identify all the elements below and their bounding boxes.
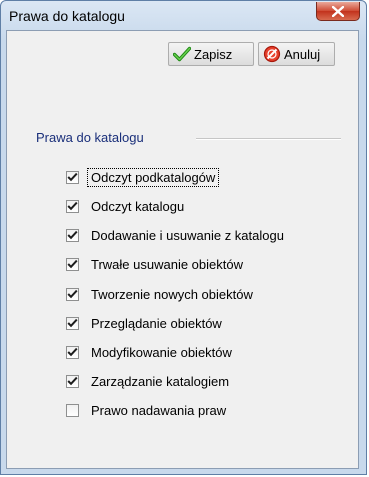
cancel-button-label: Anuluj <box>284 46 321 62</box>
checkbox-item[interactable]: Modyfikowanie obiektów <box>66 342 232 362</box>
checkbox[interactable] <box>66 287 79 301</box>
checkbox-label: Odczyt podkatalogów <box>86 167 220 187</box>
checkbox[interactable] <box>66 170 79 184</box>
checkbox-item[interactable]: Zarządzanie katalogiem <box>66 371 229 391</box>
checkbox-label: Prawo nadawania praw <box>91 402 227 418</box>
checkmark-icon <box>173 46 191 62</box>
checkbox-item[interactable]: Odczyt katalogu <box>66 196 184 216</box>
checkbox-label: Dodawanie i usuwanie z katalogu <box>91 227 284 243</box>
save-button-label: Zapisz <box>194 46 233 62</box>
checkbox-label: Przeglądanie obiektów <box>91 315 222 331</box>
checkbox-label: Zarządzanie katalogiem <box>91 373 230 389</box>
checkbox-item[interactable]: Tworzenie nowych obiektów <box>66 284 253 304</box>
title-bar[interactable]: Prawa do katalogu <box>1 1 366 31</box>
cancel-button[interactable]: Anuluj <box>258 42 335 66</box>
group-title: Prawa do katalogu <box>36 130 148 145</box>
checkbox-item[interactable]: Odczyt podkatalogów <box>66 167 220 187</box>
checkbox[interactable] <box>66 316 79 330</box>
checkbox-item[interactable]: Prawo nadawania praw <box>66 400 226 420</box>
checkbox[interactable] <box>66 199 79 213</box>
checkbox[interactable] <box>66 374 79 388</box>
checkbox[interactable] <box>66 345 79 359</box>
checkbox-item[interactable]: Dodawanie i usuwanie z katalogu <box>66 225 284 245</box>
close-icon <box>332 5 344 17</box>
checkbox[interactable] <box>66 228 79 242</box>
checkbox-label: Modyfikowanie obiektów <box>91 344 232 360</box>
checkbox-item[interactable]: Trwałe usuwanie obiektów <box>66 254 243 274</box>
group-divider-highlight <box>196 139 341 140</box>
checkbox-label: Trwałe usuwanie obiektów <box>91 256 243 272</box>
close-button[interactable] <box>316 2 360 21</box>
checkbox-label: Tworzenie nowych obiektów <box>91 286 253 302</box>
checkbox-item[interactable]: Przeglądanie obiektów <box>66 313 222 333</box>
cancel-icon <box>263 45 281 63</box>
window-title: Prawa do katalogu <box>9 8 125 24</box>
checkbox[interactable] <box>66 403 79 417</box>
checkbox-label: Odczyt katalogu <box>91 198 185 214</box>
save-button[interactable]: Zapisz <box>168 42 254 66</box>
checkbox[interactable] <box>66 257 79 271</box>
